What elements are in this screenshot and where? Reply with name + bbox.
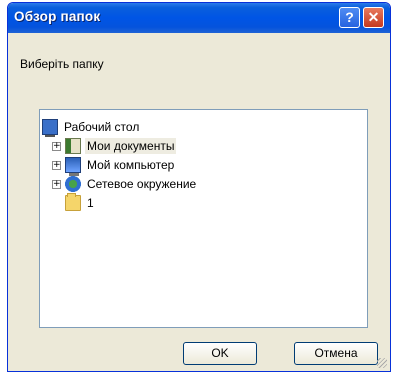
tree-item-folder-1[interactable]: 1	[65, 193, 96, 212]
folder-browser-dialog: Обзор папок ? ✕ Виберіть папку Рабочий с…	[7, 2, 391, 372]
my-computer-icon	[65, 157, 81, 176]
tree-item-network[interactable]: + Сетевое окружение	[52, 175, 198, 193]
expand-plus-icon[interactable]: +	[52, 141, 61, 151]
my-documents-icon	[65, 138, 81, 154]
resize-grip-icon[interactable]	[377, 358, 387, 368]
tree-item-label: Рабочий стол	[64, 120, 140, 134]
folder-icon	[65, 193, 81, 211]
tree-item-desktop[interactable]: Рабочий стол	[42, 118, 141, 137]
desktop-icon	[42, 119, 58, 137]
dialog-prompt: Виберіть папку	[20, 57, 104, 71]
tree-item-label: 1	[87, 196, 94, 210]
window-title: Обзор папок	[14, 9, 101, 24]
tree-item-label: Мои документы	[85, 138, 177, 154]
expand-plus-icon[interactable]: +	[52, 179, 61, 189]
ok-button[interactable]: OK	[183, 342, 257, 365]
tree-item-label: Мой компьютер	[87, 158, 175, 172]
close-button[interactable]: ✕	[363, 7, 384, 28]
expand-plus-icon[interactable]: +	[52, 160, 61, 170]
help-button[interactable]: ?	[339, 7, 360, 28]
tree-item-my-documents[interactable]: + Мои документы	[52, 137, 177, 155]
tree-item-my-computer[interactable]: + Мой компьютер	[52, 156, 176, 176]
folder-tree[interactable]: Рабочий стол + Мои документы + Мой компь…	[39, 109, 368, 328]
network-icon	[65, 176, 81, 192]
tree-item-label: Сетевое окружение	[87, 177, 197, 191]
title-bar[interactable]: Обзор папок ? ✕	[8, 3, 390, 33]
cancel-button[interactable]: Отмена	[294, 342, 378, 365]
